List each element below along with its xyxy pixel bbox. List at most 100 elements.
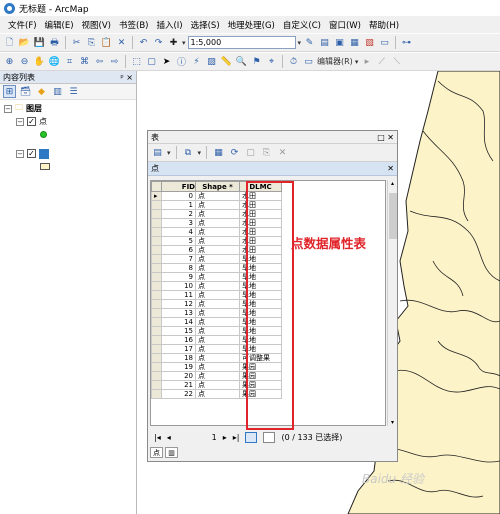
select-features-icon[interactable]: ⬚ — [130, 55, 143, 68]
switch-selection-icon[interactable]: ⟳ — [228, 146, 241, 159]
cell-shape[interactable]: 点 — [195, 308, 240, 318]
copy-icon[interactable]: ⎘ — [85, 36, 98, 49]
arctoolbox-icon[interactable]: ▧ — [363, 36, 376, 49]
cell-shape[interactable]: 点 — [195, 209, 240, 219]
cell-fid[interactable]: 3 — [161, 218, 196, 228]
cell-fid[interactable]: 6 — [161, 245, 196, 255]
cell-fid[interactable]: 7 — [161, 254, 196, 264]
select-by-attributes-icon[interactable]: ▦ — [212, 146, 225, 159]
clear-selection-icon[interactable]: ▢ — [145, 55, 158, 68]
menu-item[interactable]: 自定义(C) — [279, 19, 325, 31]
redo-icon[interactable]: ↷ — [152, 36, 165, 49]
python-window-icon[interactable]: ▭ — [378, 36, 391, 49]
clear-selection-icon[interactable]: ▢ — [244, 146, 257, 159]
table-tab-header[interactable]: 点 ✕ — [148, 162, 397, 176]
menu-item[interactable]: 选择(S) — [187, 19, 224, 31]
copy-selected-icon[interactable]: ⎘ — [260, 146, 273, 159]
edit-annotation-icon[interactable]: ⟋ — [375, 55, 388, 68]
cell-fid[interactable]: 8 — [161, 263, 196, 273]
list-by-source-icon[interactable]: 🗃 — [19, 85, 32, 98]
menu-item[interactable]: 视图(V) — [78, 19, 115, 31]
menu-item[interactable]: 插入(I) — [152, 19, 186, 31]
straight-segment-icon[interactable]: ⟍ — [390, 55, 403, 68]
row-selector[interactable] — [151, 353, 162, 363]
open-icon[interactable]: 📂 — [18, 36, 31, 49]
cell-shape[interactable]: 点 — [195, 200, 240, 210]
cell-fid[interactable]: 10 — [161, 281, 196, 291]
scroll-thumb[interactable] — [389, 193, 397, 239]
paste-icon[interactable]: 📋 — [100, 36, 113, 49]
cell-shape[interactable]: 点 — [195, 290, 240, 300]
row-selector[interactable] — [151, 362, 162, 372]
toc-layers-group[interactable]: − 🗀 图层 — [0, 102, 136, 115]
menu-item[interactable]: 书签(B) — [115, 19, 152, 31]
row-selector[interactable] — [151, 344, 162, 354]
undo-icon[interactable]: ↶ — [137, 36, 150, 49]
time-slider-icon[interactable]: ⏱ — [287, 55, 300, 68]
toc-options-icon[interactable]: ☰ — [67, 85, 80, 98]
row-selector[interactable] — [151, 335, 162, 345]
row-selector[interactable] — [151, 227, 162, 237]
modelbuilder-icon[interactable]: ⊶ — [400, 36, 413, 49]
row-selector[interactable] — [151, 380, 162, 390]
select-elements-icon[interactable]: ➤ — [160, 55, 173, 68]
save-icon[interactable]: 💾 — [33, 36, 46, 49]
new-document-icon[interactable]: 🗋 — [3, 36, 16, 49]
find-route-icon[interactable]: ⚑ — [250, 55, 263, 68]
row-selector[interactable] — [151, 236, 162, 246]
search-window-icon[interactable]: ▦ — [348, 36, 361, 49]
row-selector[interactable]: ▸ — [151, 191, 162, 201]
table-of-contents-icon[interactable]: ▤ — [318, 36, 331, 49]
delete-icon[interactable]: ✕ — [115, 36, 128, 49]
html-popup-icon[interactable]: ▨ — [205, 55, 218, 68]
row-selector[interactable] — [151, 263, 162, 273]
next-record-icon[interactable]: ▸ — [223, 433, 227, 442]
cell-fid[interactable]: 20 — [161, 371, 196, 381]
row-selector[interactable] — [151, 308, 162, 318]
previous-record-icon[interactable]: ◂ — [167, 433, 171, 442]
row-selector[interactable] — [151, 299, 162, 309]
cell-fid[interactable]: 12 — [161, 299, 196, 309]
go-forward-icon[interactable]: ⇨ — [108, 55, 121, 68]
cell-shape[interactable]: 点 — [195, 227, 240, 237]
catalog-icon[interactable]: ▣ — [333, 36, 346, 49]
cell-shape[interactable]: 点 — [195, 362, 240, 372]
cell-shape[interactable]: 点 — [195, 353, 240, 363]
cut-icon[interactable]: ✂ — [70, 36, 83, 49]
cell-fid[interactable]: 1 — [161, 200, 196, 210]
go-back-icon[interactable]: ⇦ — [93, 55, 106, 68]
add-data-dropdown-icon[interactable]: ▾ — [182, 39, 186, 47]
list-by-visibility-icon[interactable]: ◆ — [35, 85, 48, 98]
cell-fid[interactable]: 19 — [161, 362, 196, 372]
toc-layer-polygon[interactable]: − ✓ — [0, 147, 136, 160]
map-scale-input[interactable]: 1:5,000 — [187, 36, 296, 49]
cell-shape[interactable]: 点 — [195, 317, 240, 327]
cell-fid[interactable]: 18 — [161, 353, 196, 363]
scroll-up-icon[interactable]: ▴ — [388, 180, 397, 187]
menu-item[interactable]: 帮助(H) — [365, 19, 403, 31]
row-selector[interactable] — [151, 218, 162, 228]
cell-fid[interactable]: 15 — [161, 326, 196, 336]
cell-shape[interactable]: 点 — [195, 254, 240, 264]
print-icon[interactable]: 🖶 — [48, 36, 61, 49]
cell-fid[interactable]: 11 — [161, 290, 196, 300]
cell-shape[interactable]: 点 — [195, 389, 240, 399]
menu-item[interactable]: 文件(F) — [4, 19, 41, 31]
add-data-icon[interactable]: ✚ — [167, 36, 180, 49]
collapse-icon[interactable]: − — [16, 149, 24, 158]
table-tab-button[interactable]: 点 — [150, 447, 163, 458]
create-viewer-window-icon[interactable]: ▭ — [302, 55, 315, 68]
collapse-icon[interactable]: − — [4, 104, 12, 113]
table-window-titlebar[interactable]: 表 □ ✕ — [148, 131, 397, 144]
cell-shape[interactable]: 点 — [195, 281, 240, 291]
menu-item[interactable]: 地理处理(G) — [224, 19, 279, 31]
hyperlink-icon[interactable]: ⚡ — [190, 55, 203, 68]
cell-shape[interactable]: 点 — [195, 218, 240, 228]
pan-icon[interactable]: ✋ — [33, 55, 46, 68]
column-header-shape[interactable]: Shape * — [195, 181, 240, 192]
table-options-icon[interactable]: ▤ — [151, 146, 164, 159]
row-selector[interactable] — [151, 254, 162, 264]
table-vertical-scrollbar[interactable]: ▴ ▾ — [387, 180, 397, 426]
row-selector[interactable] — [151, 371, 162, 381]
row-selector[interactable] — [151, 281, 162, 291]
